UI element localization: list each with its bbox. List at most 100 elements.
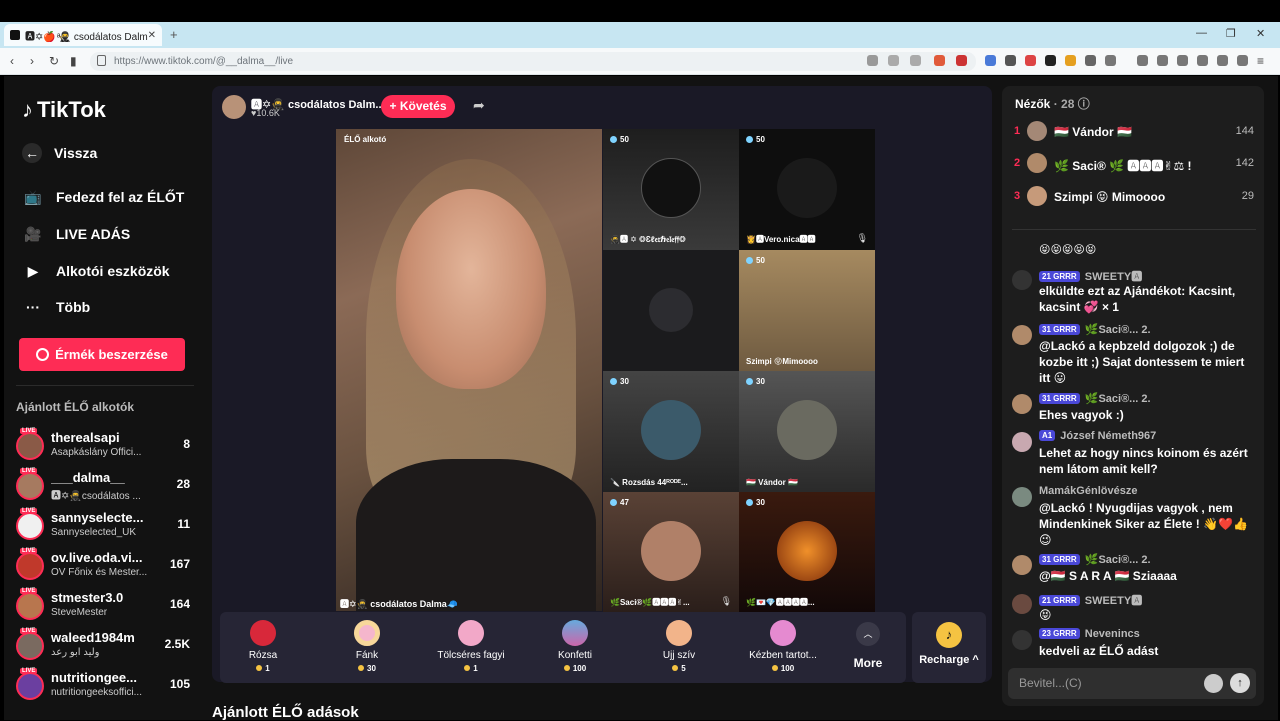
guest-avatar [777, 400, 837, 460]
top-viewer[interactable]: 1 🇭🇺 Vándor 🇭🇺 144 [1014, 121, 1254, 143]
guest-score: 30 [746, 377, 765, 386]
guest-tile[interactable]: 47 🌿Saci®🌿🅰🅰🅰✌... 🎙 [603, 492, 739, 613]
recharge-button[interactable]: ♪ Recharge ^ [912, 612, 986, 683]
gift-item[interactable]: Tölcséres fagyi 1 [426, 618, 516, 673]
main-video[interactable] [336, 129, 602, 611]
follow-button[interactable]: + Követés [381, 95, 455, 118]
rewards-icon[interactable] [956, 55, 967, 66]
forward-icon[interactable]: › [30, 54, 34, 68]
recommended-creator[interactable]: LIVE ov.live.oda.vi... OV Főnix és Meste… [14, 548, 192, 584]
leo-icon[interactable] [1217, 55, 1228, 66]
tiktok-logo[interactable]: ♪ TikTok [22, 97, 106, 123]
gift-item[interactable]: Konfetti 100 [530, 618, 620, 673]
chevron-up-icon: ︿ [856, 622, 880, 646]
guest-tile[interactable]: 30 🌿💌💎🅰🅰🅰🅰... [739, 492, 875, 613]
recommended-creator[interactable]: LIVE nutritiongee... nutritiongeeksoffic… [14, 668, 192, 704]
gift-item[interactable]: Kézben tartot... 100 [738, 618, 828, 673]
guest-tile-empty[interactable] [603, 250, 739, 371]
recommended-creator[interactable]: LIVE sannyselecte... Sannyselected_UK 11 [14, 508, 192, 544]
mic-off-icon: 🎙 [856, 233, 868, 243]
extension-icon[interactable] [1065, 55, 1076, 66]
zoom-icon[interactable] [888, 55, 899, 66]
viewer-count: 164 [169, 597, 190, 611]
viewer-count: 28 [176, 477, 190, 491]
chat-user[interactable]: 🌿Saci®... 2. [1085, 324, 1151, 336]
download-icon[interactable] [1137, 55, 1148, 66]
music-icon[interactable] [1157, 55, 1168, 66]
creator-name: waleed1984m [51, 630, 135, 645]
recommended-creator[interactable]: LIVE therealsapi Asapkáslány Offici... 8 [14, 428, 192, 464]
live-badge: LIVE [20, 508, 38, 514]
share-icon[interactable]: ➦ [473, 97, 485, 114]
guest-tile[interactable]: 30 🇭🇺 Vándor 🇭🇺 [739, 371, 875, 492]
guest-tile[interactable]: 50 👸🅰Vero.nica🅰🅰 🎙 [739, 129, 875, 250]
close-tab-icon[interactable]: ✕ [148, 30, 156, 41]
recharge-label: Recharge ^ [919, 654, 979, 666]
extension-icon[interactable] [1105, 55, 1116, 66]
minimize-icon[interactable]: — [1196, 27, 1207, 39]
viewers-title[interactable]: Nézők · 28 ⓘ [1015, 95, 1090, 112]
level-badge: 21 GRRR [1039, 271, 1080, 282]
extension-icon[interactable] [1045, 55, 1056, 66]
more-gifts-button[interactable]: ︿ More [853, 622, 883, 670]
wallet-icon[interactable] [1197, 55, 1208, 66]
sidebar-item-more[interactable]: ··· Több [22, 298, 90, 316]
avatar[interactable] [1012, 325, 1032, 345]
sidebar-item-creator-tools[interactable]: ▶ Alkotói eszközök [22, 262, 170, 280]
vpn-icon[interactable] [1237, 55, 1248, 66]
guest-tile[interactable]: 50 Szimpi 😝Mimoooo [739, 250, 875, 371]
close-window-icon[interactable]: ✕ [1256, 27, 1265, 40]
recommended-creator[interactable]: LIVE stmester3.0 SteveMester 164 [14, 588, 192, 624]
sidebar-item-explore-live[interactable]: 📺 Fedezd fel az ÉLŐT [22, 188, 184, 206]
gift-item[interactable]: Ujj szív 5 [634, 618, 724, 673]
brave-shield-icon[interactable] [934, 55, 945, 66]
get-coins-button[interactable]: Érmék beszerzése [19, 338, 185, 371]
hls-icon[interactable] [1025, 55, 1036, 66]
extension-icon[interactable] [1085, 55, 1096, 66]
top-viewer[interactable]: 3 Szimpi 😝 Mimoooo 29 [1014, 186, 1254, 208]
guest-tile[interactable]: 30 🔪 Rozsdás 44ᴿᴼᴰᴱ... [603, 371, 739, 492]
back-icon[interactable]: ‹ [10, 54, 14, 68]
bookmark-icon[interactable]: ▮ [70, 54, 77, 68]
info-icon[interactable]: ⓘ [1078, 97, 1090, 111]
chat-header: A1 József Németh967 [1039, 430, 1156, 442]
site-info-icon[interactable] [97, 55, 106, 66]
sidebar-icon[interactable] [1177, 55, 1188, 66]
top-viewer[interactable]: 2 🌿 Saci® 🌿 🅰🅰🅰✌⚖ ! 142 [1014, 153, 1254, 175]
translate-icon[interactable] [985, 55, 996, 66]
send-button[interactable]: ↑ [1230, 673, 1250, 693]
level-badge: 31 GRRR [1039, 393, 1080, 404]
sidebar-item-go-live[interactable]: 🎥 LIVE ADÁS [22, 225, 130, 243]
chat-user[interactable]: Nevenincs [1085, 628, 1140, 640]
maximize-icon[interactable]: ❐ [1226, 27, 1236, 40]
host-avatar[interactable] [222, 95, 246, 119]
chat-user[interactable]: 🌿Saci®... 2. [1085, 554, 1151, 566]
chat-user[interactable]: 🌿Saci®... 2. [1085, 393, 1151, 405]
chat-user[interactable]: SWEETY🅰 [1085, 595, 1142, 607]
chat-user[interactable]: MamákGénlövésze [1039, 485, 1137, 497]
gift-item[interactable]: Rózsa 1 [218, 618, 308, 673]
reader-icon[interactable] [867, 55, 878, 66]
avatar[interactable] [1012, 394, 1032, 414]
new-tab-button[interactable]: + [170, 27, 178, 42]
avatar[interactable] [1012, 432, 1032, 452]
share-icon[interactable] [910, 55, 921, 66]
chat-user[interactable]: József Németh967 [1060, 430, 1156, 442]
guest-tile[interactable]: 50 🥷🅰 ✡ ❂Ɛℓ𝔢𝔯ℏ𝔢𝔩𝔢𝔣𝔣❂ [603, 129, 739, 250]
avatar[interactable] [1012, 594, 1032, 614]
gift-item[interactable]: Fánk 30 [322, 618, 412, 673]
avatar[interactable] [1012, 487, 1032, 507]
avatar[interactable] [1012, 555, 1032, 575]
recommended-creator[interactable]: LIVE ___dalma__ 🅰✡🥷csodálatos ... 28 [14, 468, 192, 504]
back-link[interactable]: ← Vissza [22, 143, 97, 163]
emoji-icon[interactable] [1204, 674, 1223, 693]
reload-icon[interactable]: ↻ [49, 54, 59, 68]
chat-user[interactable]: SWEETY🅰 [1085, 271, 1142, 283]
address-bar[interactable]: https://www.tiktok.com/@__dalma__/live [90, 52, 976, 71]
viewer-name: Szimpi 😝 Mimoooo [1054, 190, 1166, 204]
browser-tab[interactable]: 🅰✡🍎 ͣ🥷 csodálatos Dalma🧢 ✕ [4, 24, 162, 46]
menu-icon[interactable]: ≡ [1257, 54, 1264, 68]
chat-header: 31 GRRR 🌿Saci®... 2. [1039, 553, 1151, 566]
extension-x-icon[interactable] [1005, 55, 1016, 66]
recommended-creator[interactable]: LIVE waleed1984m وليد ابو رعد 2.5K [14, 628, 192, 664]
